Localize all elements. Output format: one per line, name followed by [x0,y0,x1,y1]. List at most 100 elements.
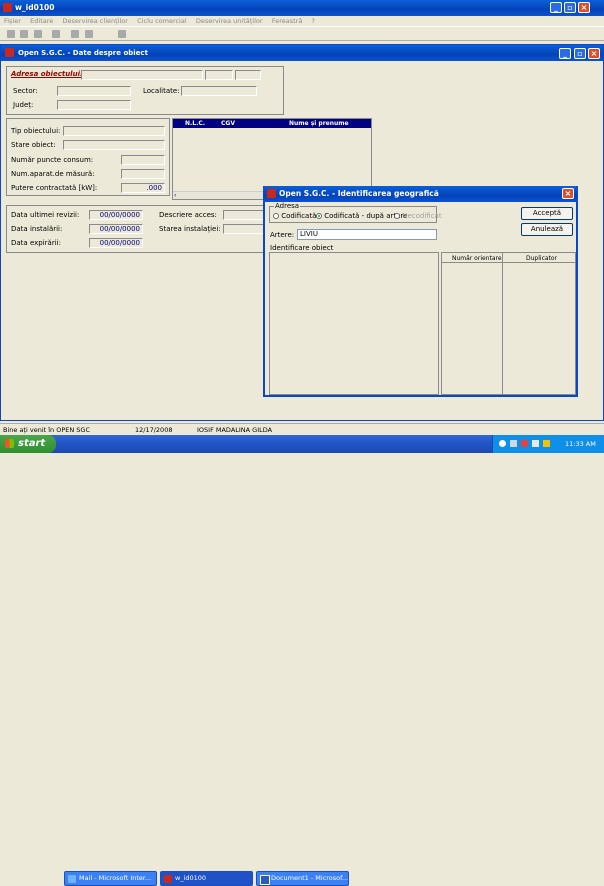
task-mail[interactable]: Mail - Microsoft Inter... [64,871,157,886]
prev-record-icon[interactable] [20,30,28,38]
menu-ciclu-comercial[interactable]: Ciclu comercial [137,16,187,26]
aparate-masura-label: Num.aparat.de măsură: [11,170,95,178]
revizie-field[interactable]: 00/00/0000 [89,210,143,220]
radio-necodificat-icon[interactable] [394,213,400,219]
start-button[interactable]: start [0,435,56,453]
close-button[interactable]: × [578,2,590,13]
clock[interactable]: 11:33 AM [565,440,596,448]
accept-label: Acceptă [532,209,562,217]
orientare-grid[interactable]: Număr orientare Duplicator [441,252,576,395]
taskbar: start Mail - Microsoft Inter... w_id0100… [0,435,604,886]
next-record-icon[interactable] [71,30,79,38]
app-title: w_id0100 [15,3,55,12]
col-duplicator[interactable]: Duplicator [526,255,557,262]
accept-button[interactable]: Acceptă [521,207,573,220]
tray-icon-volume[interactable] [532,440,539,447]
instalare-field[interactable]: 00/00/0000 [89,224,143,234]
col-nume-prenume[interactable]: Nume și prenume [289,120,349,127]
radio-necodificat-label: Necodificat [402,212,442,220]
address-field-3[interactable] [235,70,261,80]
judet-field[interactable] [57,100,131,110]
task-document1[interactable]: Document1 - Microsof... [256,871,349,886]
tray-icon-network[interactable] [510,440,517,447]
windows-logo-icon [5,439,14,448]
aparate-masura-field[interactable] [121,169,165,179]
first-record-icon[interactable] [7,30,15,38]
geo-dialog-title-bar: Open S.G.C. - Identificarea geografică × [263,186,578,202]
sgc-icon [164,875,172,883]
child-close-button[interactable]: × [588,48,600,59]
task-document1-label: Document1 - Microsof... [271,874,349,882]
col-nlc[interactable]: N.L.C. [185,120,205,127]
start-label: start [18,438,46,449]
owners-table-header: N.L.C. CGV Nume și prenume [173,119,371,128]
system-tray: 11:33 AM [492,435,604,453]
orientare-grid-header: Număr orientare Duplicator [442,253,575,263]
puncte-consum-field[interactable] [121,155,165,165]
address-label: Adresa obiectului: [11,70,83,78]
tray-icon-security[interactable] [543,440,550,447]
save-icon[interactable] [52,30,60,38]
child-maximize-button[interactable]: ▫ [574,48,586,59]
geo-dialog-title: Open S.G.C. - Identificarea geografică [279,189,439,198]
task-w-id0100[interactable]: w_id0100 [160,871,253,886]
expirare-label: Data expirării: [11,239,61,247]
menu-editare[interactable]: Editare [30,16,53,26]
identificare-obiect-label: Identificare obiect [270,244,334,252]
menu-help[interactable]: ? [312,16,315,26]
radio-codificata-artere-icon[interactable] [316,213,322,219]
radio-necodificat[interactable]: Necodificat [394,212,442,220]
radio-codificata[interactable]: Codificată [273,212,316,220]
putere-contractata-label: Putere contractată [kW]: [11,184,98,192]
adresa-group-label: Adresa [274,202,301,210]
col-cgv[interactable]: CGV [221,120,235,127]
scroll-left-icon[interactable]: ‹ [174,192,176,199]
status-date: 12/17/2008 [135,426,173,434]
child-app-icon [5,48,14,57]
sector-field[interactable] [57,86,131,96]
geo-dialog-close-button[interactable]: × [562,188,574,199]
col-numar-orientare[interactable]: Număr orientare [452,255,502,262]
app-icon [3,3,12,12]
copy-icon[interactable] [118,30,126,38]
artere-label: Artere: [270,231,295,239]
menu-deservirea-clientilor[interactable]: Deservirea clienților [63,16,128,26]
status-user: IOSIF MADALINA GILDA [197,426,273,434]
tray-icon-help[interactable] [499,440,506,447]
descriere-acces-label: Descriere acces: [159,211,217,219]
radio-codificata-icon[interactable] [273,213,279,219]
task-w-id0100-label: w_id0100 [175,874,207,882]
refresh-icon[interactable] [34,30,42,38]
cancel-button[interactable]: Anulează [521,223,573,236]
menu-fereastra[interactable]: Fereastră [272,16,303,26]
last-record-icon[interactable] [85,30,93,38]
localitate-field[interactable] [181,86,257,96]
revizie-label: Data ultimei revizii: [11,211,80,219]
address-group: Adresa obiectului: Sector: Localitate: J… [6,66,284,115]
app-title-bar: w_id0100 _ ▫ × [0,0,604,16]
cancel-label: Anulează [530,225,564,233]
artere-input[interactable]: LIVIU [297,229,437,240]
task-mail-label: Mail - Microsoft Inter... [79,874,152,882]
word-icon [260,875,270,885]
menu-fisier[interactable]: Fișier [4,16,21,26]
expirare-field[interactable]: 00/00/0000 [89,238,143,248]
menu-deservirea-unitatilor[interactable]: Deservirea unităților [196,16,263,26]
address-field-1[interactable] [81,70,203,80]
identificare-obiect-list[interactable] [269,252,439,395]
status-message: Bine ați venit în OPEN SGC [3,426,91,434]
tip-obiect-field[interactable] [63,126,165,136]
stare-obiect-label: Stare obiect: [11,141,56,149]
child-minimize-button[interactable]: _ [559,48,571,59]
address-field-2[interactable] [205,70,233,80]
stare-obiect-field[interactable] [63,140,165,150]
maximize-button[interactable]: ▫ [564,2,576,13]
artere-value: LIVIU [300,230,318,238]
minimize-button[interactable]: _ [550,2,562,13]
puncte-consum-label: Număr puncte consum: [11,156,94,164]
tray-icon-antivirus[interactable] [521,440,528,447]
owners-table-scrollbar[interactable]: ‹ [173,191,265,199]
judet-label: Județ: [13,101,34,109]
putere-contractata-field[interactable]: .000 [121,183,165,193]
localitate-label: Localitate: [143,87,180,95]
